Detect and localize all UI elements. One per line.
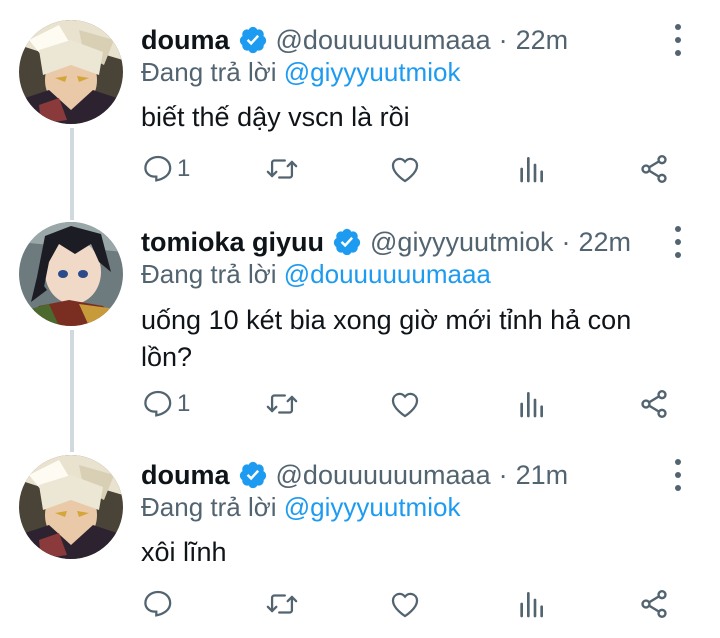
heart-icon [391, 592, 419, 618]
share-button[interactable] [638, 387, 670, 421]
tweet-header: douma @douuuuuumaaa · 22m [141, 20, 568, 60]
tweet-actions [0, 587, 720, 627]
replying-mention-link[interactable]: @douuuuuumaaa [284, 259, 491, 289]
tweet[interactable]: douma @douuuuuumaaa · 22m Đang trả lời @… [0, 0, 720, 205]
verified-badge-icon [238, 460, 268, 490]
reply-count: 1 [177, 155, 191, 182]
timestamp[interactable]: 22m [578, 227, 631, 258]
more-vertical-icon[interactable] [664, 226, 692, 258]
retweet-icon [266, 394, 298, 414]
retweet-button[interactable] [264, 152, 300, 186]
tweet-text: xôi lĩnh [141, 537, 227, 567]
avatar[interactable] [19, 20, 123, 124]
separator-dot: · [498, 459, 508, 490]
tweet[interactable]: douma @douuuuuumaaa · 21m Đang trả lời @… [0, 455, 720, 638]
heart-icon [391, 157, 419, 183]
share-icon [641, 390, 667, 418]
tweet-text: biết thế dậy vscn là rồi [141, 102, 410, 132]
replying-mention-link[interactable]: @giyyyuutmiok [284, 57, 461, 87]
analytics-icon [520, 392, 543, 418]
analytics-button[interactable] [515, 387, 547, 421]
avatar[interactable] [19, 222, 123, 326]
more-vertical-icon[interactable] [664, 459, 692, 491]
analytics-icon [520, 592, 543, 618]
giyuu-avatar-image [19, 222, 123, 326]
display-name[interactable]: douma [141, 25, 230, 56]
retweet-icon [266, 159, 298, 179]
avatar[interactable] [19, 455, 123, 559]
tweet[interactable]: tomioka giyuu @giyyyuutmiok · 22m Đang t… [0, 220, 720, 450]
separator-dot: · [498, 24, 508, 55]
retweet-button[interactable] [264, 587, 300, 621]
like-button[interactable] [388, 387, 422, 421]
verified-badge-icon [238, 25, 268, 55]
handle[interactable]: @giyyyuutmiok [370, 227, 553, 258]
tweet-text: uống 10 két bia xong giờ mới tỉnh hả con… [141, 305, 632, 372]
analytics-button[interactable] [515, 587, 547, 621]
handle[interactable]: @douuuuuumaaa [276, 25, 491, 56]
verified-badge-icon [332, 227, 362, 257]
share-icon [641, 155, 667, 183]
replying-to: Đang trả lời @giyyyuutmiok [141, 57, 460, 88]
reply-icon [144, 155, 172, 182]
reply-icon [144, 390, 172, 417]
douma-avatar-image [19, 20, 123, 124]
analytics-icon [520, 157, 543, 183]
share-icon [641, 590, 667, 618]
retweet-button[interactable] [264, 387, 300, 421]
like-button[interactable] [388, 152, 422, 186]
replying-prefix: Đang trả lời [141, 259, 284, 289]
share-button[interactable] [638, 587, 670, 621]
douma-avatar-image [19, 455, 123, 559]
replying-to: Đang trả lời @douuuuuumaaa [141, 259, 491, 290]
reply-count: 1 [177, 390, 191, 417]
share-button[interactable] [638, 152, 670, 186]
timestamp[interactable]: 22m [516, 25, 569, 56]
replying-to: Đang trả lời @giyyyuutmiok [141, 492, 460, 523]
retweet-icon [266, 594, 298, 614]
replying-mention-link[interactable]: @giyyyuutmiok [284, 492, 461, 522]
replying-prefix: Đang trả lời [141, 57, 284, 87]
heart-icon [391, 392, 419, 418]
reply-button[interactable] [141, 587, 177, 621]
tweet-actions: 1 [0, 152, 720, 192]
display-name[interactable]: douma [141, 460, 230, 491]
reply-button[interactable]: 1 [141, 387, 190, 421]
timestamp[interactable]: 21m [516, 460, 569, 491]
tweet-header: douma @douuuuuumaaa · 21m [141, 455, 568, 495]
reply-button[interactable]: 1 [141, 152, 190, 186]
display-name[interactable]: tomioka giyuu [141, 227, 324, 258]
tweet-header: tomioka giyuu @giyyyuutmiok · 22m [141, 222, 631, 262]
replying-prefix: Đang trả lời [141, 492, 284, 522]
like-button[interactable] [388, 587, 422, 621]
tweet-actions: 1 [0, 387, 720, 427]
more-vertical-icon[interactable] [664, 24, 692, 56]
handle[interactable]: @douuuuuumaaa [276, 460, 491, 491]
separator-dot: · [561, 226, 571, 257]
analytics-button[interactable] [515, 152, 547, 186]
reply-icon [144, 590, 172, 617]
